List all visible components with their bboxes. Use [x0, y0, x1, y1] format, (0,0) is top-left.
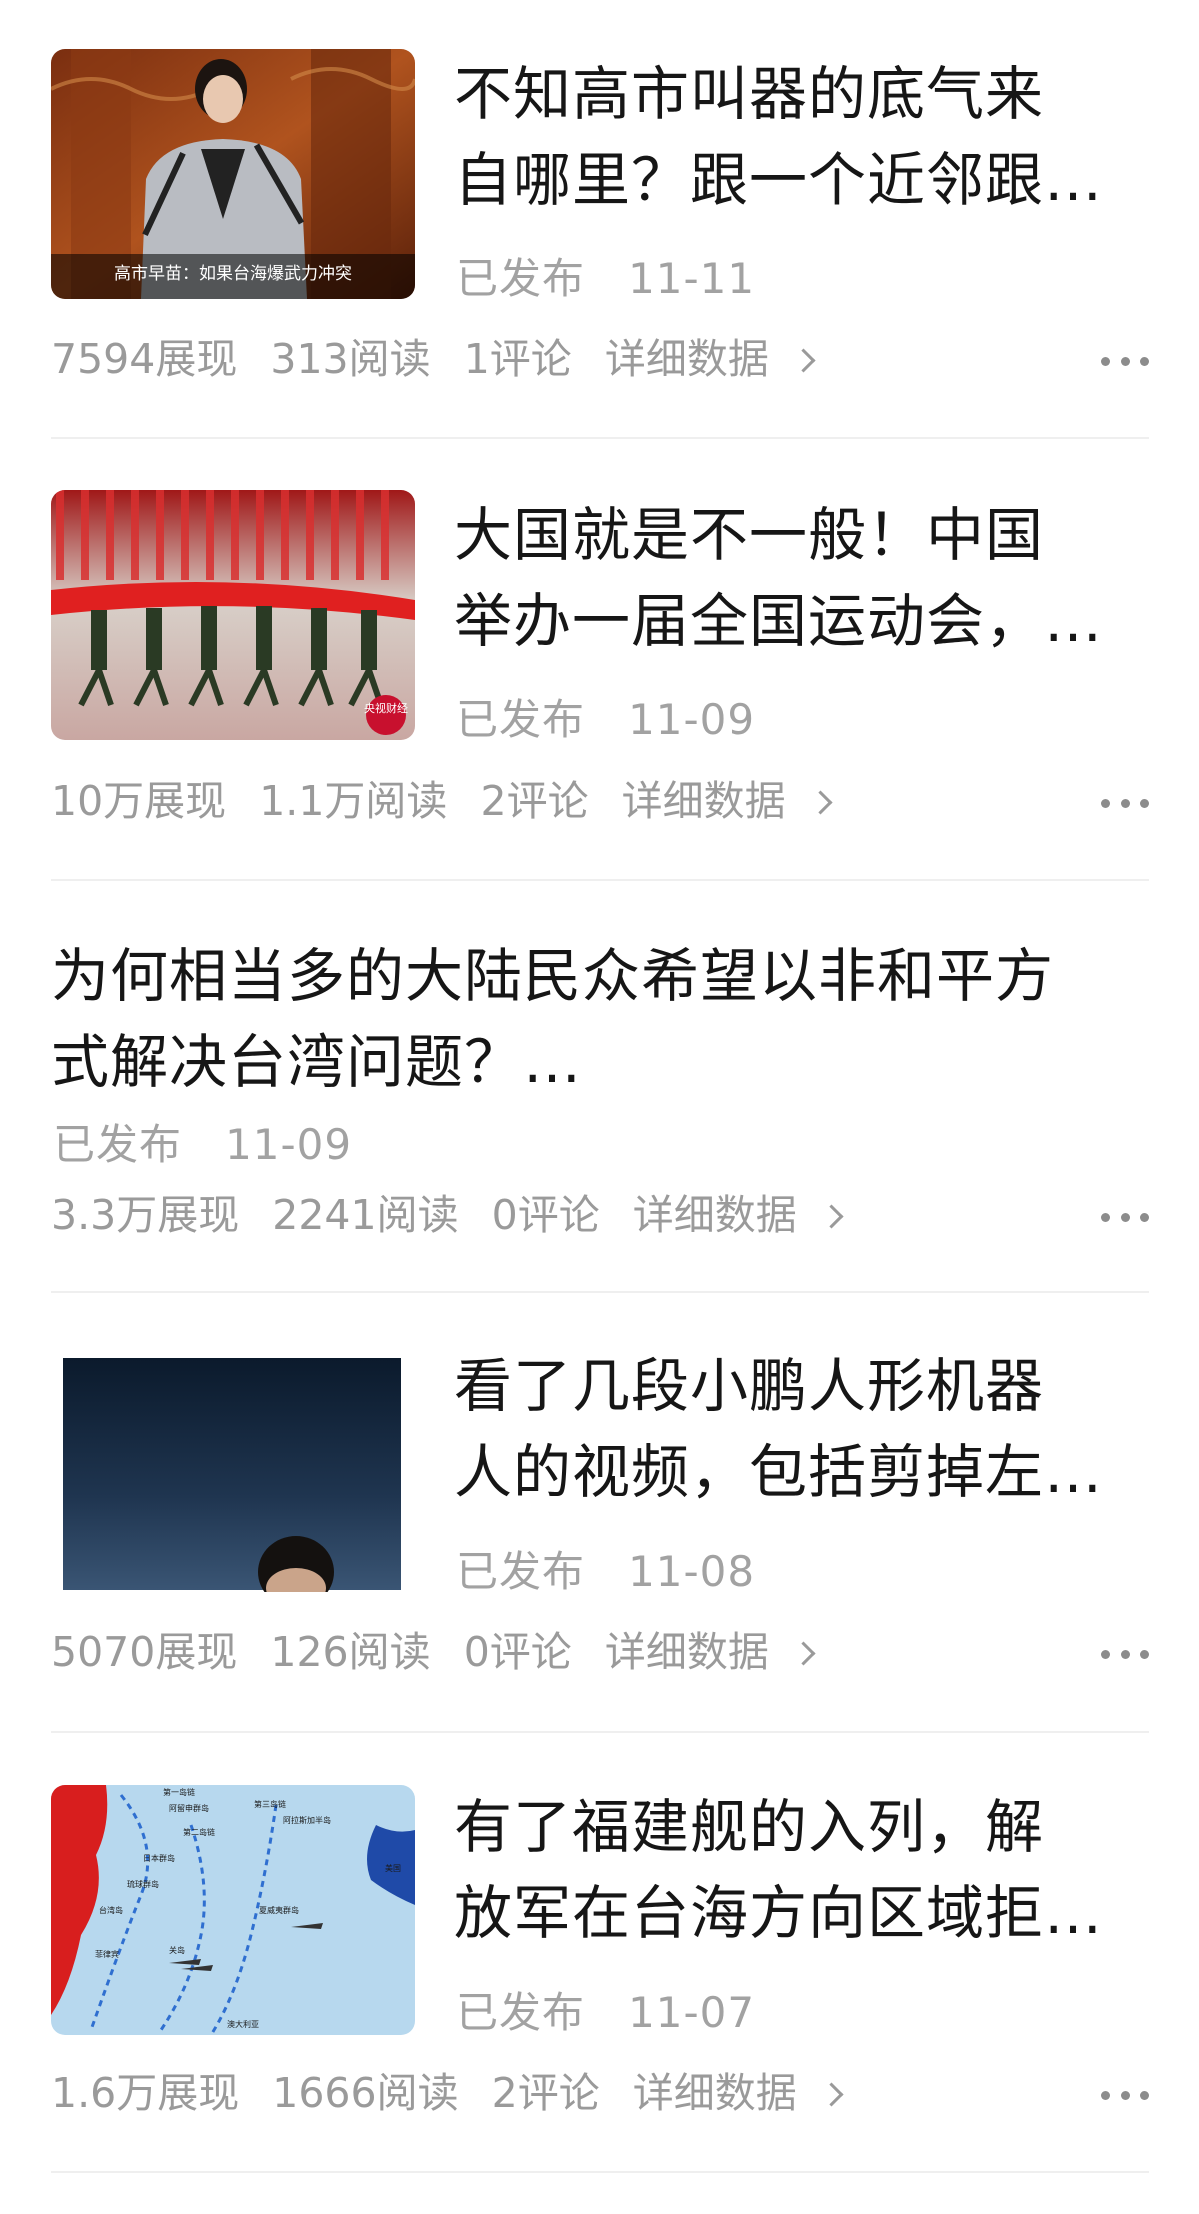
title-line: 大国就是不一般！中国	[454, 501, 1045, 569]
detail-label: 详细数据	[632, 2069, 797, 2117]
svg-text:台湾岛: 台湾岛	[99, 1905, 123, 1915]
svg-text:澳大利亚: 澳大利亚	[227, 2019, 259, 2029]
reads-count: 1.1万阅读	[259, 777, 448, 825]
publish-date: 11-11	[628, 254, 756, 303]
svg-text:阿拉斯加半岛: 阿拉斯加半岛	[283, 1815, 331, 1825]
article-stats: 10万展现 1.1万阅读 2评论 详细数据	[51, 767, 1151, 827]
impressions-count: 3.3万展现	[51, 1191, 240, 1239]
title-line: 为何相当多的大陆民众希望以非和平方	[51, 942, 1055, 1010]
detail-data-link[interactable]: 详细数据	[604, 1628, 816, 1676]
more-dots-icon[interactable]	[1101, 1210, 1149, 1224]
chevron-right-icon	[791, 1641, 816, 1666]
title-line: 自哪里？跟一个近邻跟…	[454, 146, 1104, 214]
svg-text:第一岛链: 第一岛链	[163, 1787, 195, 1797]
article-stats: 1.6万展现 1666阅读 2评论 详细数据	[51, 2059, 1151, 2119]
title-line: 举办一届全国运动会，…	[454, 587, 1104, 655]
chevron-right-icon	[819, 1204, 844, 1229]
publish-date: 11-09	[628, 695, 756, 744]
publish-status: 已发布	[53, 1120, 183, 1169]
divider	[51, 2171, 1149, 2173]
svg-text:夏威夷群岛: 夏威夷群岛	[259, 1905, 299, 1915]
publish-status: 已发布	[456, 1547, 586, 1596]
article-thumbnail[interactable]: 第一岛链 第二岛链 第三岛链 关岛 夏威夷群岛 美国 台湾岛 日本群岛 琉球群岛…	[51, 1785, 415, 2035]
svg-text:第三岛链: 第三岛链	[254, 1799, 286, 1809]
comments-count: 2评论	[491, 2069, 600, 2117]
article-card[interactable]: 高市早苗：如果台海爆武力冲突 不知高市叫器的底气来 自哪里？跟一个近邻跟… 已发…	[0, 0, 1199, 440]
detail-data-link[interactable]: 详细数据	[632, 1191, 844, 1239]
svg-text:央视财经: 央视财经	[364, 701, 408, 715]
publish-info: 已发布 11-09	[456, 686, 755, 747]
article-title[interactable]: 大国就是不一般！中国 举办一届全国运动会，…	[454, 492, 1154, 664]
impressions-count: 5070展现	[51, 1628, 238, 1676]
article-title[interactable]: 有了福建舰的入列，解 放军在台海方向区域拒…	[454, 1784, 1154, 1956]
publish-info: 已发布 11-11	[456, 245, 755, 306]
title-line: 有了福建舰的入列，解	[454, 1793, 1045, 1861]
svg-text:菲律宾: 菲律宾	[95, 1949, 119, 1959]
divider	[51, 879, 1149, 881]
svg-text:琉球群岛: 琉球群岛	[127, 1879, 159, 1889]
title-line: 看了几段小鹏人形机器	[454, 1352, 1045, 1420]
article-card[interactable]: 为何相当多的大陆民众希望以非和平方 式解决台湾问题？… 已发布 11-09 3.…	[0, 882, 1199, 1293]
impressions-count: 7594展现	[51, 335, 238, 383]
divider	[51, 1731, 1149, 1733]
impressions-count: 10万展现	[51, 777, 227, 825]
comments-count: 0评论	[491, 1191, 600, 1239]
article-card[interactable]: 央视财经 大国就是不一般！中国 举办一届全国运动会，… 已发布 11-09 10…	[0, 440, 1199, 882]
detail-data-link[interactable]: 详细数据	[621, 777, 833, 825]
chevron-right-icon	[791, 348, 816, 373]
article-stats: 3.3万展现 2241阅读 0评论 详细数据	[51, 1181, 1151, 1241]
publish-info: 已发布 11-09	[53, 1111, 352, 1172]
svg-text:阿留申群岛: 阿留申群岛	[169, 1803, 209, 1813]
reads-count: 2241阅读	[272, 1191, 459, 1239]
svg-text:关岛: 关岛	[169, 1945, 185, 1955]
article-stats: 5070展现 126阅读 0评论 详细数据	[51, 1618, 1151, 1678]
svg-text:第二岛链: 第二岛链	[183, 1827, 215, 1837]
article-thumbnail[interactable]: 央视财经	[51, 490, 415, 740]
impressions-count: 1.6万展现	[51, 2069, 240, 2117]
detail-label: 详细数据	[604, 335, 769, 383]
article-card[interactable]: 看了几段小鹏人形机器 人的视频，包括剪掉左… 已发布 11-08 5070展现 …	[0, 1292, 1199, 1734]
detail-label: 详细数据	[604, 1628, 769, 1676]
comments-count: 0评论	[463, 1628, 572, 1676]
publish-status: 已发布	[456, 1988, 586, 2037]
comments-count: 2评论	[480, 777, 589, 825]
more-dots-icon[interactable]	[1101, 1647, 1149, 1661]
svg-text:日本群岛: 日本群岛	[143, 1853, 175, 1863]
comments-count: 1评论	[463, 335, 572, 383]
more-dots-icon[interactable]	[1101, 354, 1149, 368]
detail-data-link[interactable]: 详细数据	[604, 335, 816, 383]
publish-info: 已发布 11-08	[456, 1538, 755, 1599]
article-card[interactable]: 第一岛链 第二岛链 第三岛链 关岛 夏威夷群岛 美国 台湾岛 日本群岛 琉球群岛…	[0, 1734, 1199, 2174]
article-thumbnail[interactable]: 高市早苗：如果台海爆武力冲突	[51, 49, 415, 299]
publish-date: 11-09	[225, 1120, 353, 1169]
svg-text:美国: 美国	[385, 1863, 401, 1873]
article-title[interactable]: 看了几段小鹏人形机器 人的视频，包括剪掉左…	[454, 1343, 1154, 1515]
article-title[interactable]: 为何相当多的大陆民众希望以非和平方 式解决台湾问题？…	[51, 933, 1151, 1105]
article-thumbnail[interactable]	[51, 1342, 415, 1592]
reads-count: 1666阅读	[272, 2069, 459, 2117]
publish-status: 已发布	[456, 695, 586, 744]
chevron-right-icon	[808, 790, 833, 815]
publish-status: 已发布	[456, 254, 586, 303]
divider	[51, 437, 1149, 439]
more-dots-icon[interactable]	[1101, 2088, 1149, 2102]
detail-label: 详细数据	[632, 1191, 797, 1239]
publish-info: 已发布 11-07	[456, 1979, 755, 2040]
chevron-right-icon	[819, 2082, 844, 2107]
title-line: 人的视频，包括剪掉左…	[454, 1438, 1104, 1506]
title-line: 式解决台湾问题？…	[51, 1028, 583, 1096]
reads-count: 126阅读	[270, 1628, 431, 1676]
svg-text:高市早苗：如果台海爆武力冲突: 高市早苗：如果台海爆武力冲突	[114, 264, 352, 284]
article-title[interactable]: 不知高市叫器的底气来 自哪里？跟一个近邻跟…	[454, 51, 1154, 223]
title-line: 放军在台海方向区域拒…	[454, 1879, 1104, 1947]
detail-label: 详细数据	[621, 777, 786, 825]
detail-data-link[interactable]: 详细数据	[632, 2069, 844, 2117]
publish-date: 11-07	[628, 1988, 756, 2037]
article-stats: 7594展现 313阅读 1评论 详细数据	[51, 325, 1151, 385]
title-line: 不知高市叫器的底气来	[454, 60, 1045, 128]
more-dots-icon[interactable]	[1101, 796, 1149, 810]
reads-count: 313阅读	[270, 335, 431, 383]
publish-date: 11-08	[628, 1547, 756, 1596]
